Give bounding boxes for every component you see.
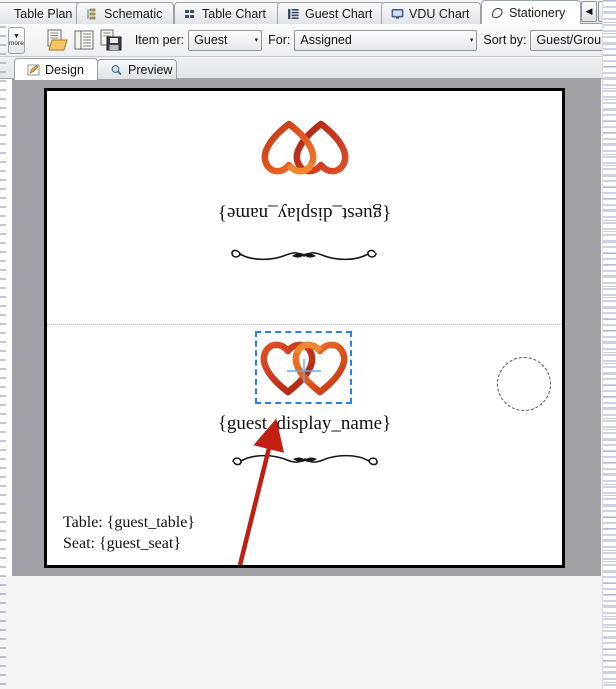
new-stationery-icon[interactable] bbox=[72, 27, 98, 53]
tab-label: Stationery bbox=[509, 5, 566, 20]
chevron-down-icon: ▾ bbox=[254, 37, 259, 44]
item-per-field: Item per: Guest ▾ bbox=[134, 29, 263, 51]
tab-label: Table Chart bbox=[202, 6, 266, 21]
two-hearts-graphic-selected[interactable] bbox=[47, 334, 562, 401]
image-properties-panel: Browse... 2Hearts ▾ 20.00 across ▲ ▼ X bbox=[0, 613, 616, 689]
canvas-margin-left bbox=[12, 79, 44, 576]
stationery-icon bbox=[491, 7, 504, 19]
place-card-page[interactable]: {guest_display_name} {guest_display_name… bbox=[44, 88, 565, 568]
tab-stationery[interactable]: Stationery bbox=[481, 0, 581, 24]
seat-line: Seat: {guest_seat} bbox=[63, 535, 181, 553]
save-stationery-icon[interactable] bbox=[99, 27, 125, 53]
stationery-canvas[interactable]: {guest_display_name} {guest_display_name… bbox=[0, 79, 616, 576]
guest-name-placeholder-top[interactable]: {guest_display_name} bbox=[47, 202, 562, 224]
guest-name-placeholder-bottom[interactable]: {guest_display_name} bbox=[47, 413, 562, 435]
open-stationery-icon[interactable] bbox=[45, 27, 71, 53]
flourish-ornament-bottom bbox=[47, 450, 562, 477]
chevron-left-icon: ◀ bbox=[585, 6, 593, 16]
stationery-toolbar: ▼ more Item per: Guest ▾ For: Assigned ▾… bbox=[0, 24, 616, 57]
subtab-label: Design bbox=[45, 62, 84, 77]
canvas-margin-bottom bbox=[12, 568, 601, 576]
sort-by-value: Guest/Group bbox=[536, 33, 609, 47]
for-value: Assigned bbox=[300, 33, 352, 47]
two-hearts-graphic-top[interactable] bbox=[47, 115, 562, 182]
item-per-value: Guest bbox=[194, 33, 228, 47]
tab-design[interactable]: Design bbox=[14, 58, 98, 80]
table-chart-icon bbox=[184, 8, 197, 20]
stationery-designer-window: Table Plan Schematic Table Chart Guest C… bbox=[0, 0, 616, 689]
design-preview-tabs: Design Preview bbox=[0, 57, 616, 80]
left-edge-artifact bbox=[0, 26, 6, 689]
object-tool-bar: T bbox=[0, 576, 616, 613]
circle-guide-shape[interactable] bbox=[497, 357, 551, 411]
right-scrollbar-artifact bbox=[602, 0, 616, 689]
item-per-label: Item per: bbox=[134, 33, 185, 47]
sort-by-label: Sort by: bbox=[483, 33, 527, 47]
canvas-margin-right bbox=[565, 79, 601, 576]
more-button-label: more bbox=[9, 39, 24, 47]
chevron-down-icon: ▾ bbox=[469, 37, 474, 44]
card-top-half-mirrored: {guest_display_name} bbox=[47, 91, 562, 324]
flourish-ornament bbox=[47, 238, 562, 265]
vdu-chart-icon bbox=[391, 8, 404, 20]
guest-chart-icon bbox=[287, 8, 300, 20]
for-select[interactable]: Assigned ▾ bbox=[294, 29, 478, 51]
canvas-margin-top bbox=[12, 79, 601, 88]
pencil-icon bbox=[27, 64, 40, 76]
tab-vdu-chart[interactable]: VDU Chart bbox=[381, 2, 481, 24]
item-per-select[interactable]: Guest ▾ bbox=[188, 29, 263, 51]
tab-label: VDU Chart bbox=[409, 6, 470, 21]
tab-table-chart[interactable]: Table Chart bbox=[174, 2, 282, 24]
subtab-label: Preview bbox=[128, 63, 173, 77]
more-button[interactable]: ▼ more bbox=[8, 26, 25, 54]
tab-label: Table Plan bbox=[14, 6, 73, 21]
sort-by-field: Sort by: Guest/Group ▾ bbox=[483, 29, 616, 51]
tab-guest-chart[interactable]: Guest Chart bbox=[277, 2, 385, 24]
schematic-icon bbox=[86, 8, 99, 20]
magnifier-icon bbox=[110, 64, 123, 76]
table-line: Table: {guest_table} bbox=[63, 513, 195, 531]
tab-scroll-prev-button[interactable]: ◀ bbox=[581, 1, 597, 22]
main-tab-strip: Table Plan Schematic Table Chart Guest C… bbox=[0, 0, 616, 24]
for-field: For: Assigned ▾ bbox=[268, 29, 478, 51]
table-plan-icon bbox=[0, 8, 9, 20]
chevron-down-icon: ▼ bbox=[12, 32, 20, 40]
for-label: For: bbox=[268, 33, 291, 47]
tab-label: Guest Chart bbox=[305, 6, 373, 21]
file-button-group bbox=[45, 27, 125, 53]
tab-preview[interactable]: Preview bbox=[97, 59, 177, 80]
tab-label: Schematic bbox=[104, 6, 163, 21]
tab-schematic[interactable]: Schematic bbox=[76, 2, 174, 24]
table-seat-block[interactable]: Table: {guest_table} Seat: {guest_seat} bbox=[63, 512, 195, 555]
tab-table-plan[interactable]: Table Plan bbox=[0, 2, 82, 24]
